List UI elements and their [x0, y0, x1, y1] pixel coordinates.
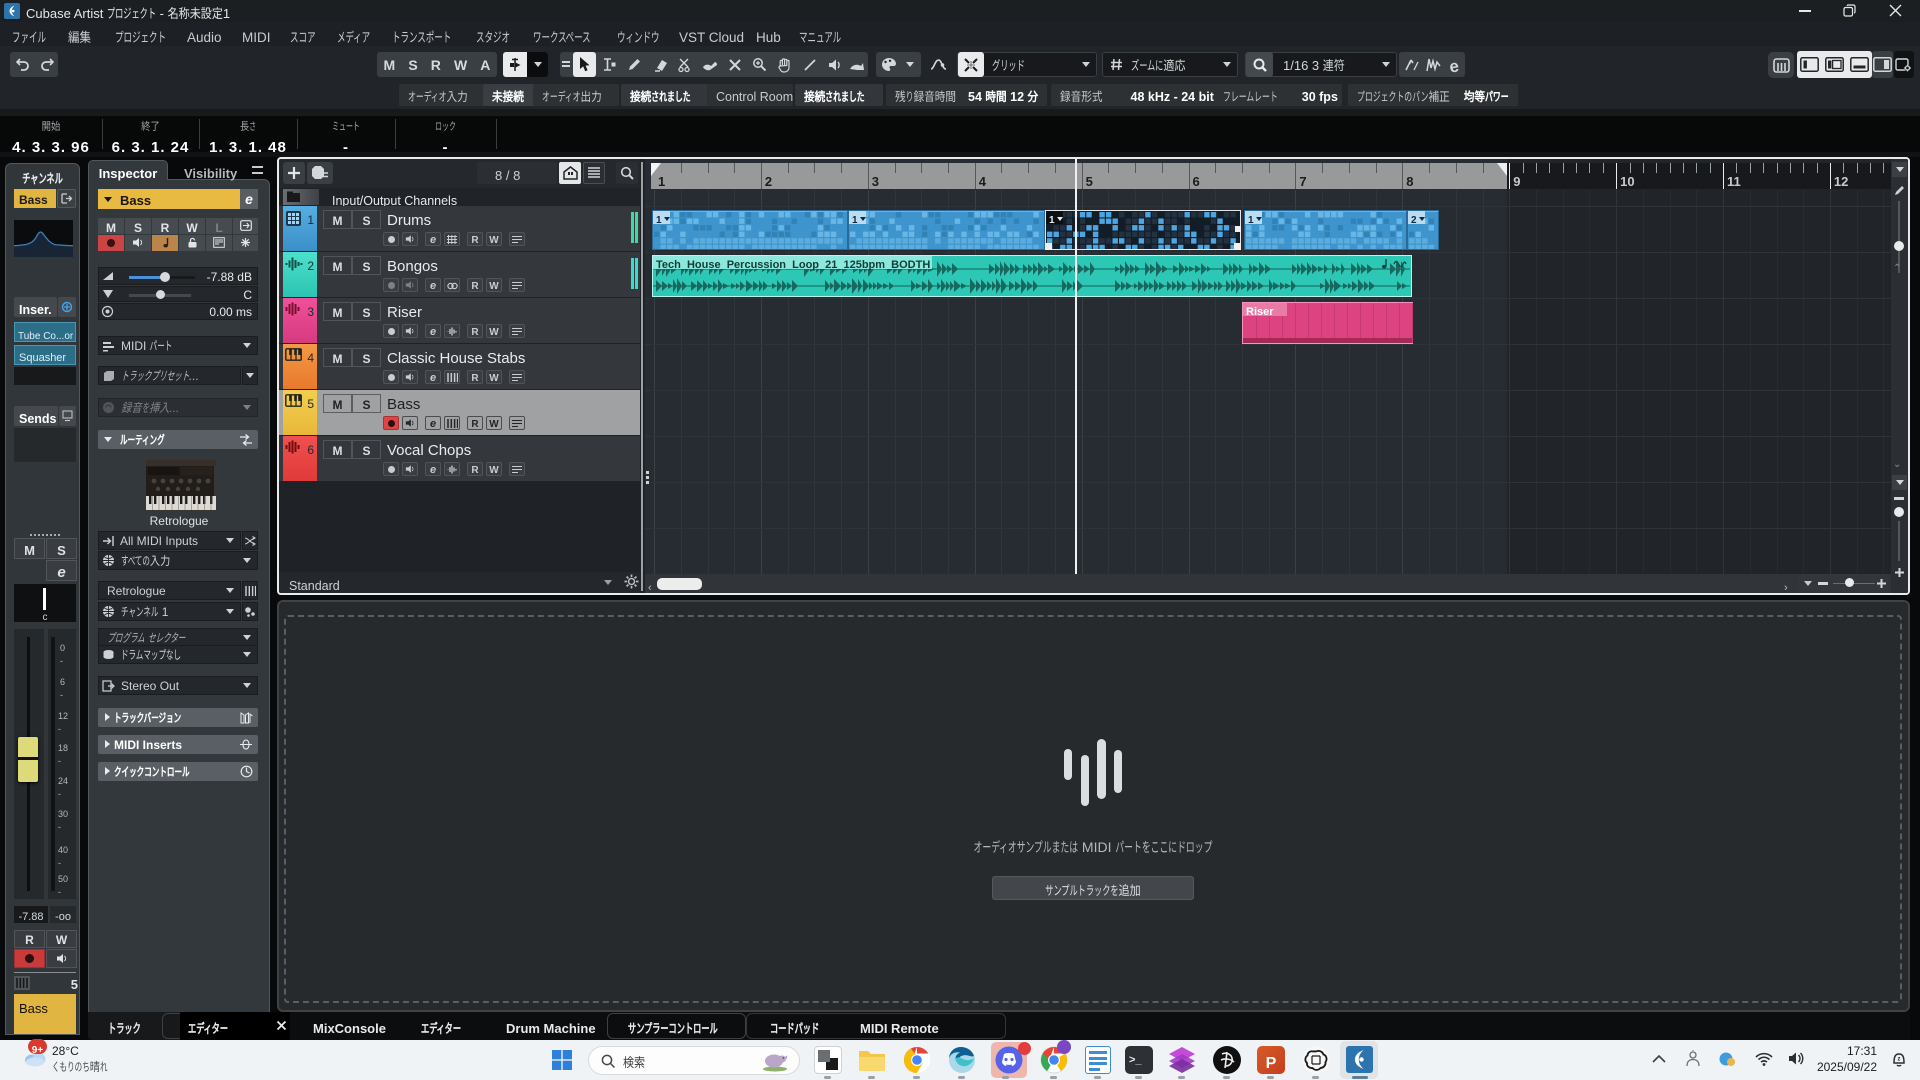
svg-text:z: z — [1898, 1054, 1901, 1063]
